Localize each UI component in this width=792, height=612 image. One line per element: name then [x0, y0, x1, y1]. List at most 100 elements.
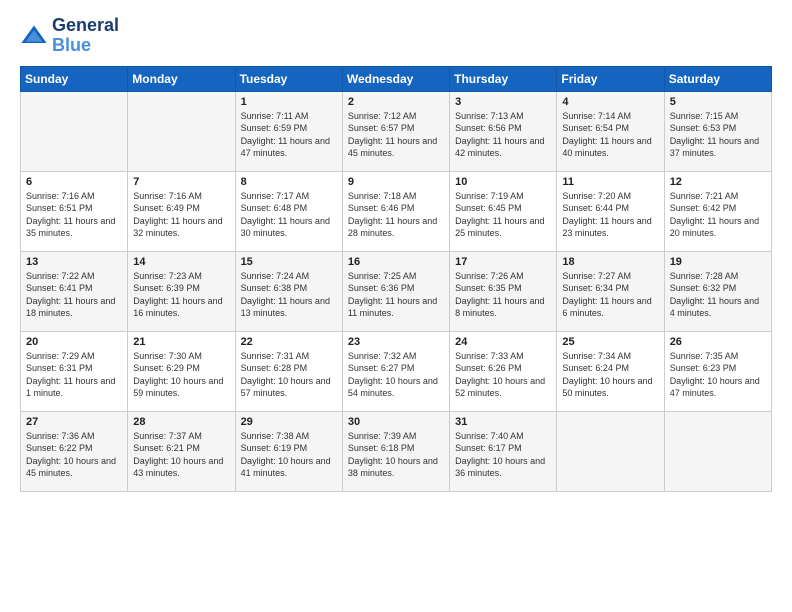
day-number: 9: [348, 176, 444, 188]
day-info: Sunrise: 7:38 AM Sunset: 6:19 PM Dayligh…: [241, 430, 337, 480]
column-header-wednesday: Wednesday: [342, 66, 449, 91]
day-number: 12: [670, 176, 766, 188]
day-info: Sunrise: 7:39 AM Sunset: 6:18 PM Dayligh…: [348, 430, 444, 480]
day-info: Sunrise: 7:20 AM Sunset: 6:44 PM Dayligh…: [562, 190, 658, 240]
calendar-cell: 4 Sunrise: 7:14 AM Sunset: 6:54 PM Daylig…: [557, 91, 664, 171]
calendar-cell: [557, 411, 664, 491]
calendar-cell: 26 Sunrise: 7:35 AM Sunset: 6:23 PM Dayli…: [664, 331, 771, 411]
calendar-cell: [128, 91, 235, 171]
day-number: 23: [348, 336, 444, 348]
calendar-week-5: 27Sunrise: 7:36 AM Sunset: 6:22 PM Dayli…: [21, 411, 772, 491]
column-header-friday: Friday: [557, 66, 664, 91]
day-number: 22: [241, 336, 337, 348]
calendar-header: SundayMondayTuesdayWednesdayThursdayFrid…: [21, 66, 772, 91]
header: General Blue: [20, 16, 772, 56]
day-number: 10: [455, 176, 551, 188]
day-number: 2: [348, 96, 444, 108]
calendar-cell: [21, 91, 128, 171]
calendar-week-3: 13Sunrise: 7:22 AM Sunset: 6:41 PM Dayli…: [21, 251, 772, 331]
day-number: 5: [670, 96, 766, 108]
logo-icon: [20, 22, 48, 50]
calendar-cell: 22 Sunrise: 7:31 AM Sunset: 6:28 PM Dayli…: [235, 331, 342, 411]
day-number: 18: [562, 256, 658, 268]
page: General Blue SundayMondayTuesdayWednesda…: [0, 0, 792, 508]
calendar-cell: 16 Sunrise: 7:25 AM Sunset: 6:36 PM Dayli…: [342, 251, 449, 331]
calendar-cell: 18 Sunrise: 7:27 AM Sunset: 6:34 PM Dayli…: [557, 251, 664, 331]
day-info: Sunrise: 7:28 AM Sunset: 6:32 PM Dayligh…: [670, 270, 766, 320]
day-number: 31: [455, 416, 551, 428]
day-info: Sunrise: 7:17 AM Sunset: 6:48 PM Dayligh…: [241, 190, 337, 240]
calendar-table: SundayMondayTuesdayWednesdayThursdayFrid…: [20, 66, 772, 492]
header-row: SundayMondayTuesdayWednesdayThursdayFrid…: [21, 66, 772, 91]
calendar-cell: 12Sunrise: 7:21 AM Sunset: 6:42 PM Dayli…: [664, 171, 771, 251]
day-number: 17: [455, 256, 551, 268]
day-number: 30: [348, 416, 444, 428]
calendar-week-4: 20 Sunrise: 7:29 AM Sunset: 6:31 PM Dayli…: [21, 331, 772, 411]
day-info: Sunrise: 7:35 AM Sunset: 6:23 PM Dayligh…: [670, 350, 766, 400]
day-info: Sunrise: 7:29 AM Sunset: 6:31 PM Dayligh…: [26, 350, 122, 400]
calendar-cell: 21 Sunrise: 7:30 AM Sunset: 6:29 PM Dayli…: [128, 331, 235, 411]
day-number: 20: [26, 336, 122, 348]
day-info: Sunrise: 7:31 AM Sunset: 6:28 PM Dayligh…: [241, 350, 337, 400]
column-header-sunday: Sunday: [21, 66, 128, 91]
calendar-cell: 13Sunrise: 7:22 AM Sunset: 6:41 PM Dayli…: [21, 251, 128, 331]
calendar-cell: [664, 411, 771, 491]
calendar-cell: 17 Sunrise: 7:26 AM Sunset: 6:35 PM Dayli…: [450, 251, 557, 331]
day-info: Sunrise: 7:19 AM Sunset: 6:45 PM Dayligh…: [455, 190, 551, 240]
day-number: 6: [26, 176, 122, 188]
calendar-cell: 29Sunrise: 7:38 AM Sunset: 6:19 PM Dayli…: [235, 411, 342, 491]
calendar-cell: 6 Sunrise: 7:16 AM Sunset: 6:51 PM Daylig…: [21, 171, 128, 251]
day-number: 4: [562, 96, 658, 108]
calendar-body: 1Sunrise: 7:11 AM Sunset: 6:59 PM Daylig…: [21, 91, 772, 491]
calendar-week-1: 1Sunrise: 7:11 AM Sunset: 6:59 PM Daylig…: [21, 91, 772, 171]
day-info: Sunrise: 7:16 AM Sunset: 6:51 PM Dayligh…: [26, 190, 122, 240]
day-number: 7: [133, 176, 229, 188]
logo: General Blue: [20, 16, 119, 56]
day-number: 3: [455, 96, 551, 108]
column-header-monday: Monday: [128, 66, 235, 91]
day-number: 26: [670, 336, 766, 348]
day-info: Sunrise: 7:26 AM Sunset: 6:35 PM Dayligh…: [455, 270, 551, 320]
day-info: Sunrise: 7:27 AM Sunset: 6:34 PM Dayligh…: [562, 270, 658, 320]
day-number: 27: [26, 416, 122, 428]
calendar-cell: 7 Sunrise: 7:16 AM Sunset: 6:49 PM Daylig…: [128, 171, 235, 251]
calendar-cell: 30 Sunrise: 7:39 AM Sunset: 6:18 PM Dayli…: [342, 411, 449, 491]
day-number: 24: [455, 336, 551, 348]
calendar-cell: 19 Sunrise: 7:28 AM Sunset: 6:32 PM Dayli…: [664, 251, 771, 331]
day-number: 8: [241, 176, 337, 188]
calendar-cell: 9Sunrise: 7:18 AM Sunset: 6:46 PM Daylig…: [342, 171, 449, 251]
calendar-cell: 20 Sunrise: 7:29 AM Sunset: 6:31 PM Dayli…: [21, 331, 128, 411]
calendar-cell: 24Sunrise: 7:33 AM Sunset: 6:26 PM Dayli…: [450, 331, 557, 411]
calendar-week-2: 6 Sunrise: 7:16 AM Sunset: 6:51 PM Daylig…: [21, 171, 772, 251]
day-number: 11: [562, 176, 658, 188]
day-number: 14: [133, 256, 229, 268]
calendar-cell: 8 Sunrise: 7:17 AM Sunset: 6:48 PM Daylig…: [235, 171, 342, 251]
day-number: 15: [241, 256, 337, 268]
day-info: Sunrise: 7:16 AM Sunset: 6:49 PM Dayligh…: [133, 190, 229, 240]
calendar-cell: 23 Sunrise: 7:32 AM Sunset: 6:27 PM Dayli…: [342, 331, 449, 411]
day-info: Sunrise: 7:40 AM Sunset: 6:17 PM Dayligh…: [455, 430, 551, 480]
day-info: Sunrise: 7:14 AM Sunset: 6:54 PM Dayligh…: [562, 110, 658, 160]
day-info: Sunrise: 7:34 AM Sunset: 6:24 PM Dayligh…: [562, 350, 658, 400]
day-info: Sunrise: 7:15 AM Sunset: 6:53 PM Dayligh…: [670, 110, 766, 160]
day-info: Sunrise: 7:32 AM Sunset: 6:27 PM Dayligh…: [348, 350, 444, 400]
day-info: Sunrise: 7:25 AM Sunset: 6:36 PM Dayligh…: [348, 270, 444, 320]
day-info: Sunrise: 7:23 AM Sunset: 6:39 PM Dayligh…: [133, 270, 229, 320]
calendar-cell: 1Sunrise: 7:11 AM Sunset: 6:59 PM Daylig…: [235, 91, 342, 171]
calendar-cell: 5 Sunrise: 7:15 AM Sunset: 6:53 PM Daylig…: [664, 91, 771, 171]
day-number: 21: [133, 336, 229, 348]
logo-text: General Blue: [52, 16, 119, 56]
calendar-cell: 27Sunrise: 7:36 AM Sunset: 6:22 PM Dayli…: [21, 411, 128, 491]
calendar-cell: 25Sunrise: 7:34 AM Sunset: 6:24 PM Dayli…: [557, 331, 664, 411]
day-info: Sunrise: 7:30 AM Sunset: 6:29 PM Dayligh…: [133, 350, 229, 400]
day-info: Sunrise: 7:12 AM Sunset: 6:57 PM Dayligh…: [348, 110, 444, 160]
day-number: 1: [241, 96, 337, 108]
day-info: Sunrise: 7:37 AM Sunset: 6:21 PM Dayligh…: [133, 430, 229, 480]
column-header-tuesday: Tuesday: [235, 66, 342, 91]
calendar-cell: 15Sunrise: 7:24 AM Sunset: 6:38 PM Dayli…: [235, 251, 342, 331]
calendar-cell: 2 Sunrise: 7:12 AM Sunset: 6:57 PM Daylig…: [342, 91, 449, 171]
day-info: Sunrise: 7:13 AM Sunset: 6:56 PM Dayligh…: [455, 110, 551, 160]
day-number: 16: [348, 256, 444, 268]
day-number: 13: [26, 256, 122, 268]
day-number: 19: [670, 256, 766, 268]
